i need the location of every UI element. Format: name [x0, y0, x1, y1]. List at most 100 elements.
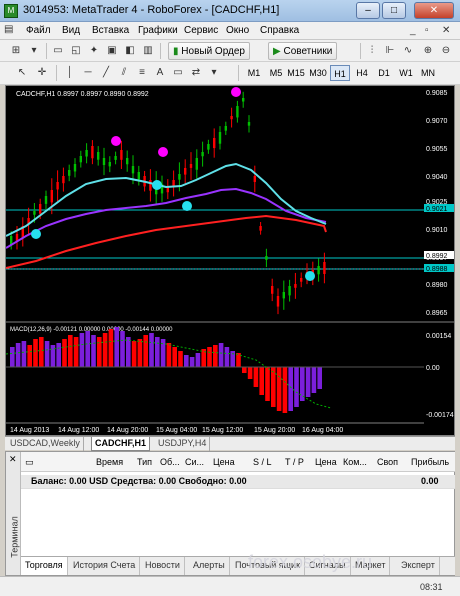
menu-tools[interactable]: Сервис	[184, 25, 218, 36]
crosshair-icon[interactable]: ✛	[34, 65, 50, 81]
mdi-minimize-button[interactable]: _	[410, 25, 416, 36]
chart-symbol-header: CADCHF,H1 0.8997 0.8997 0.8990 0.8992	[16, 91, 149, 98]
macd-bar	[62, 339, 67, 367]
bar-chart-icon[interactable]: ⫶	[364, 43, 380, 59]
terminal-panel: ✕ Терминал ▭ Время Тип Об... Си... Цена …	[5, 451, 455, 576]
macd-bar	[131, 341, 137, 367]
maximize-button[interactable]: □	[382, 2, 406, 19]
macd-bar	[97, 337, 102, 367]
zoom-out-icon[interactable]: ⊖	[438, 43, 454, 59]
col-price-current[interactable]: Цена	[315, 457, 337, 467]
signal-dot-magenta-3[interactable]	[231, 87, 241, 97]
candle-body	[323, 262, 326, 274]
timeframe-m15[interactable]: M15	[286, 65, 306, 81]
text-label-icon[interactable]: ▭	[170, 65, 186, 81]
menu-window[interactable]: Окно	[226, 25, 249, 36]
equidistant-channel-icon[interactable]: ⫽	[116, 65, 132, 81]
macd-bar	[218, 343, 224, 367]
macd-bar	[300, 367, 305, 401]
col-sl[interactable]: S / L	[253, 457, 272, 467]
candlestick-chart-icon[interactable]: ⊩	[382, 43, 398, 59]
tab-alerts[interactable]: Алерты	[189, 557, 230, 575]
signal-dot-cyan-1[interactable]	[31, 229, 41, 239]
minimize-button[interactable]: –	[356, 2, 380, 19]
tab-account-history[interactable]: История Счета	[69, 557, 141, 575]
close-button[interactable]: ✕	[414, 2, 454, 19]
col-symbol[interactable]: Си...	[185, 457, 204, 467]
toolbar-separator	[56, 65, 57, 81]
signal-dot-magenta-1[interactable]	[111, 136, 121, 146]
col-profit[interactable]: Прибыль	[411, 457, 449, 467]
timeframe-m30[interactable]: M30	[308, 65, 328, 81]
menu-help[interactable]: Справка	[260, 25, 299, 36]
vertical-line-icon[interactable]: │	[62, 65, 78, 81]
new-order-button[interactable]: ▮ Новый Ордер	[168, 42, 250, 60]
terminal-close-icon[interactable]: ✕	[9, 454, 17, 465]
menu-view[interactable]: Вид	[62, 25, 80, 36]
horizontal-line-icon[interactable]: ─	[80, 65, 96, 81]
data-window-icon[interactable]: ◱	[68, 43, 84, 59]
mdi-close-button[interactable]: ✕	[442, 25, 450, 36]
mdi-restore-button[interactable]: ▫	[425, 25, 429, 36]
text-tool-icon[interactable]: A	[152, 65, 168, 81]
signal-dot-cyan-2[interactable]	[152, 180, 162, 190]
chart-tab-usdjpy[interactable]: USDJPY,H4	[155, 437, 211, 451]
chart-bars-icon[interactable]: ▥	[140, 43, 156, 59]
balance-row[interactable]: Баланс: 0.00 USD Средства: 0.00 Свободно…	[21, 475, 455, 489]
candle-body	[137, 172, 140, 180]
timeframe-m1[interactable]: M1	[244, 65, 264, 81]
market-watch-icon[interactable]: ▭	[50, 43, 66, 59]
macd-bar	[39, 337, 44, 367]
expert-advisors-label: Советники	[283, 46, 333, 57]
expert-advisors-button[interactable]: ▶ Советники	[268, 42, 338, 60]
timeframe-h4[interactable]: H4	[352, 65, 372, 81]
macd-bar	[166, 343, 172, 367]
line-chart-icon[interactable]: ∿	[400, 43, 416, 59]
profiles-icon[interactable]: ▾	[26, 43, 42, 59]
signal-dot-cyan-3[interactable]	[182, 201, 192, 211]
col-price[interactable]: Цена	[213, 457, 235, 467]
chart-tab-usdcad[interactable]: USDCAD,Weekly	[7, 437, 84, 451]
strategy-tester-icon[interactable]: ◧	[122, 43, 138, 59]
new-chart-icon[interactable]: ⊞	[8, 43, 24, 59]
menu-insert[interactable]: Вставка	[92, 25, 129, 36]
signal-dot-magenta-2[interactable]	[158, 147, 168, 157]
menu-bar: ▤ Файл Вид Вставка Графики Сервис Окно С…	[0, 22, 460, 40]
timeframe-m5[interactable]: M5	[266, 65, 286, 81]
col-swap[interactable]: Своп	[377, 457, 398, 467]
trendline-icon[interactable]: ╱	[98, 65, 114, 81]
zoom-in-icon[interactable]: ⊕	[420, 43, 436, 59]
macd-bar	[207, 347, 212, 367]
candle-body	[300, 278, 303, 282]
macd-bar	[317, 367, 322, 389]
timeframe-h1[interactable]: H1	[330, 65, 350, 81]
fibonacci-icon[interactable]: ≡	[134, 65, 150, 81]
navigator-icon[interactable]: ✦	[86, 43, 102, 59]
cursor-icon[interactable]: ↖	[14, 65, 30, 81]
price-chart[interactable]: CADCHF,H1 0.8997 0.8997 0.8990 0.8992 0.…	[5, 85, 455, 436]
macd-bar	[68, 335, 73, 367]
timeframe-mn[interactable]: MN	[418, 65, 438, 81]
signal-dot-cyan-4[interactable]	[305, 271, 315, 281]
tab-news[interactable]: Новости	[141, 557, 185, 575]
chart-tab-cadchf[interactable]: CADCHF,H1	[91, 437, 151, 451]
time-axis-label: 15 Aug 20:00	[254, 427, 295, 434]
tab-experts[interactable]: Эксперт	[397, 557, 440, 575]
col-tp[interactable]: T / P	[285, 457, 304, 467]
terminal-icon[interactable]: ▣	[104, 43, 120, 59]
col-commission[interactable]: Ком...	[343, 457, 367, 467]
tab-trade[interactable]: Торговля	[21, 557, 68, 575]
col-time[interactable]: Время	[96, 457, 123, 467]
arrows-icon[interactable]: ⇄	[188, 65, 204, 81]
macd-bar	[149, 333, 154, 367]
timeframe-d1[interactable]: D1	[374, 65, 394, 81]
col-type[interactable]: Тип	[137, 457, 152, 467]
mdi-chart-icon[interactable]: ▤	[4, 24, 13, 35]
timeframe-w1[interactable]: W1	[396, 65, 416, 81]
dropdown-icon[interactable]: ▾	[206, 65, 222, 81]
chart-canvas[interactable]: CADCHF,H1 0.8997 0.8997 0.8990 0.8992 0.…	[5, 86, 454, 435]
menu-charts[interactable]: Графики	[138, 25, 178, 36]
menu-file[interactable]: Файл	[26, 25, 51, 36]
ma-fast-line[interactable]	[5, 162, 327, 237]
col-volume[interactable]: Об...	[160, 457, 180, 467]
